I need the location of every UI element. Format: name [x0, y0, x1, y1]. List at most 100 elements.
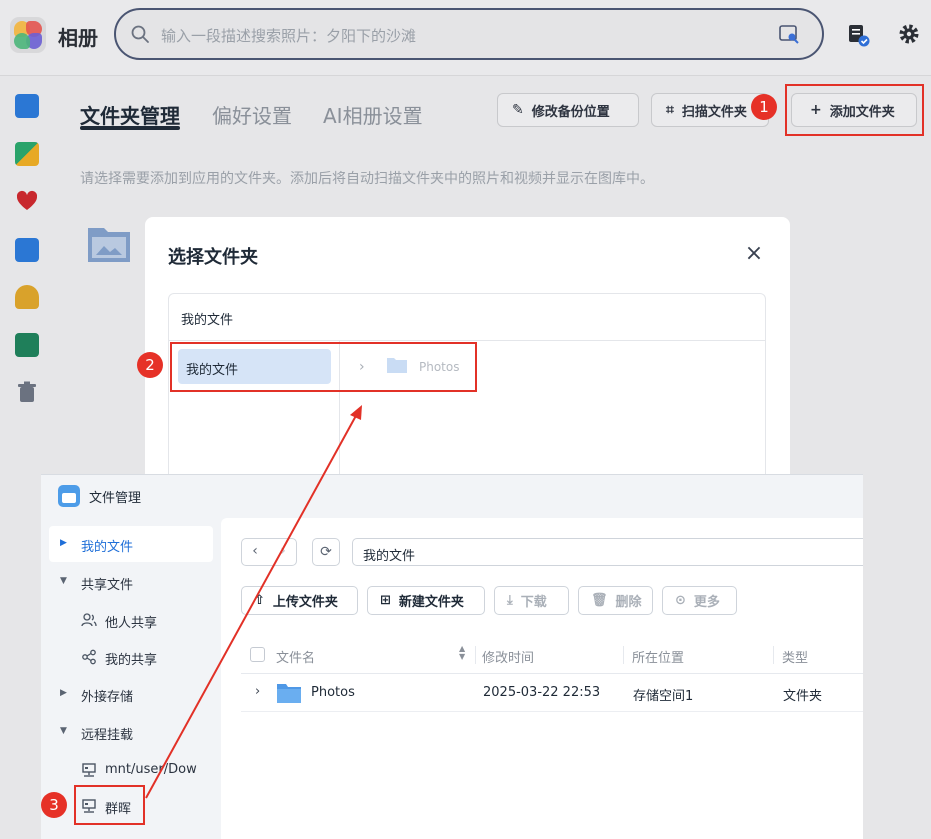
column-type[interactable]: 类型 — [782, 647, 808, 666]
page-description: 请选择需要添加到应用的文件夹。添加后将自动扫描文件夹中的照片和视频并显示在图库中… — [80, 171, 654, 187]
sidebar-item-mount-downloads[interactable]: mnt/user/Downloads — [49, 752, 213, 788]
sidebar-item-label: 远程挂载 — [81, 728, 134, 743]
top-bar: 相册 输入一段描述搜索照片：夕阳下的沙滩 — [0, 0, 931, 76]
path-bar[interactable]: 我的文件 — [352, 538, 863, 566]
collapse-icon: ▼ — [60, 576, 67, 586]
file-manager-header: 文件管理 — [41, 475, 863, 515]
sidebar-item-label: 共享文件 — [81, 578, 134, 593]
tab-ai-album-settings[interactable]: AI相册设置 — [323, 100, 423, 129]
delete-button[interactable]: 🗑 删除 — [578, 586, 653, 615]
edit-backup-label: 修改备份位置 — [531, 104, 610, 120]
new-folder-button[interactable]: ⊞ 新建文件夹 — [367, 586, 485, 615]
sidebar-item-label: 他人共享 — [105, 616, 158, 631]
file-manager-window: 文件管理 ▶ 我的文件 ▼ 共享文件 他人共享 我的共享 ▶ 外接存储 ▼ 远程… — [41, 474, 863, 839]
edit-icon: ✎ — [512, 102, 524, 118]
sidebar-item-shared-files[interactable]: ▼ 共享文件 — [49, 564, 213, 600]
column-divider — [623, 646, 624, 664]
sidebar-item-my-shared[interactable]: 我的共享 — [49, 639, 213, 675]
column-modified[interactable]: 修改时间 — [482, 647, 534, 666]
search-input[interactable]: 输入一段描述搜索照片：夕阳下的沙滩 — [114, 8, 824, 60]
sidebar-item-label: 我的文件 — [81, 540, 134, 555]
sidebar-item-label: mnt/user/Downloads — [105, 762, 197, 777]
share-icon — [82, 649, 96, 665]
trash-icon: 🗑 — [591, 593, 608, 608]
new-folder-icon: ⊞ — [380, 593, 391, 608]
people-icon[interactable] — [15, 285, 39, 309]
column-divider — [773, 646, 774, 664]
column-location[interactable]: 所在位置 — [632, 647, 684, 666]
forward-icon[interactable]: › — [270, 543, 296, 559]
dialog-title: 选择文件夹 — [168, 247, 258, 268]
row-type: 文件夹 — [783, 689, 823, 704]
step-badge-3: 3 — [41, 792, 67, 818]
folder-icon — [277, 684, 301, 703]
gear-icon[interactable] — [895, 20, 925, 50]
download-label: 下载 — [520, 595, 547, 610]
sidebar-item-remote-mount[interactable]: ▼ 远程挂载 — [49, 714, 213, 750]
screen-icon[interactable] — [15, 238, 39, 262]
app-logo-icon — [10, 17, 46, 53]
expand-icon: ▶ — [60, 688, 67, 698]
download-button[interactable]: ⤓ 下载 — [494, 586, 569, 615]
close-icon[interactable]: × — [743, 243, 765, 265]
file-manager-title: 文件管理 — [89, 491, 142, 506]
step-badge-2: 2 — [137, 352, 163, 378]
upload-folder-label: 上传文件夹 — [272, 595, 338, 610]
albums-icon[interactable] — [15, 142, 39, 166]
photos-icon[interactable] — [15, 94, 39, 118]
download-icon: ⤓ — [507, 593, 513, 608]
table-header: 文件名 ▲ ▼ 修改时间 所在位置 类型 — [241, 636, 863, 674]
shared-album-icon[interactable] — [15, 333, 39, 357]
sidebar-item-external-storage[interactable]: ▶ 外接存储 — [49, 676, 213, 712]
trash-icon[interactable] — [15, 380, 39, 404]
sidebar-item-label: 我的共享 — [105, 653, 158, 668]
tab-folder-management[interactable]: 文件夹管理 — [80, 100, 180, 129]
highlight-synology-mount — [74, 785, 145, 825]
upload-icon: ⇧ — [254, 593, 265, 608]
server-icon — [82, 763, 96, 777]
upload-folder-button[interactable]: ⇧ 上传文件夹 — [241, 586, 358, 615]
users-icon — [81, 613, 97, 627]
sidebar-item-my-files[interactable]: ▶ 我的文件 — [49, 526, 213, 562]
task-icon[interactable] — [843, 20, 873, 50]
column-name[interactable]: 文件名 — [276, 647, 315, 666]
row-name[interactable]: Photos — [311, 685, 355, 700]
app-title: 相册 — [58, 26, 98, 50]
more-label: 更多 — [693, 595, 720, 610]
refresh-icon[interactable]: ⟳ — [312, 538, 340, 566]
path-text: 我的文件 — [363, 549, 416, 564]
highlight-add-folder — [785, 84, 924, 136]
highlight-picker-row — [170, 342, 477, 392]
row-modified: 2025-03-22 22:53 — [483, 685, 601, 700]
tab-preferences[interactable]: 偏好设置 — [212, 100, 292, 129]
more-icon: ⊙ — [675, 593, 686, 608]
back-icon[interactable]: ‹ — [242, 543, 268, 559]
active-tab-indicator — [80, 126, 180, 130]
heart-icon[interactable] — [15, 189, 39, 213]
file-manager-main: ‹ › ⟳ 我的文件 ⇧ 上传文件夹 ⊞ 新建文件夹 ⤓ 下载 🗑 删除 ⊙ 更… — [221, 518, 863, 839]
more-button[interactable]: ⊙ 更多 — [662, 586, 737, 615]
new-folder-label: 新建文件夹 — [398, 595, 464, 610]
select-all-checkbox[interactable] — [250, 647, 265, 662]
delete-label: 删除 — [615, 595, 642, 610]
file-manager-icon — [58, 485, 80, 507]
chevron-right-icon[interactable]: › — [255, 684, 260, 699]
picker-breadcrumb: 我的文件 — [169, 294, 765, 341]
expand-icon: ▶ — [60, 538, 67, 548]
edit-backup-location-button[interactable]: ✎ 修改备份位置 — [497, 93, 639, 127]
collapse-icon: ▼ — [60, 726, 67, 736]
scan-icon: ⌗ — [666, 102, 674, 118]
history-nav: ‹ › — [241, 538, 297, 566]
sort-icon[interactable]: ▲ ▼ — [459, 645, 465, 661]
row-location: 存储空间1 — [633, 689, 694, 704]
image-search-icon[interactable] — [778, 23, 800, 45]
search-icon — [131, 25, 149, 43]
search-placeholder: 输入一段描述搜索照片：夕阳下的沙滩 — [161, 27, 417, 45]
step-badge-1: 1 — [751, 94, 777, 120]
folder-icon — [88, 228, 130, 262]
sidebar-item-others-shared[interactable]: 他人共享 — [49, 602, 213, 638]
scan-folder-label: 扫描文件夹 — [681, 104, 747, 120]
sidebar-item-label: 外接存储 — [81, 690, 134, 705]
table-row[interactable]: › Photos 2025-03-22 22:53 存储空间1 文件夹 — [241, 674, 863, 712]
column-divider — [475, 646, 476, 664]
